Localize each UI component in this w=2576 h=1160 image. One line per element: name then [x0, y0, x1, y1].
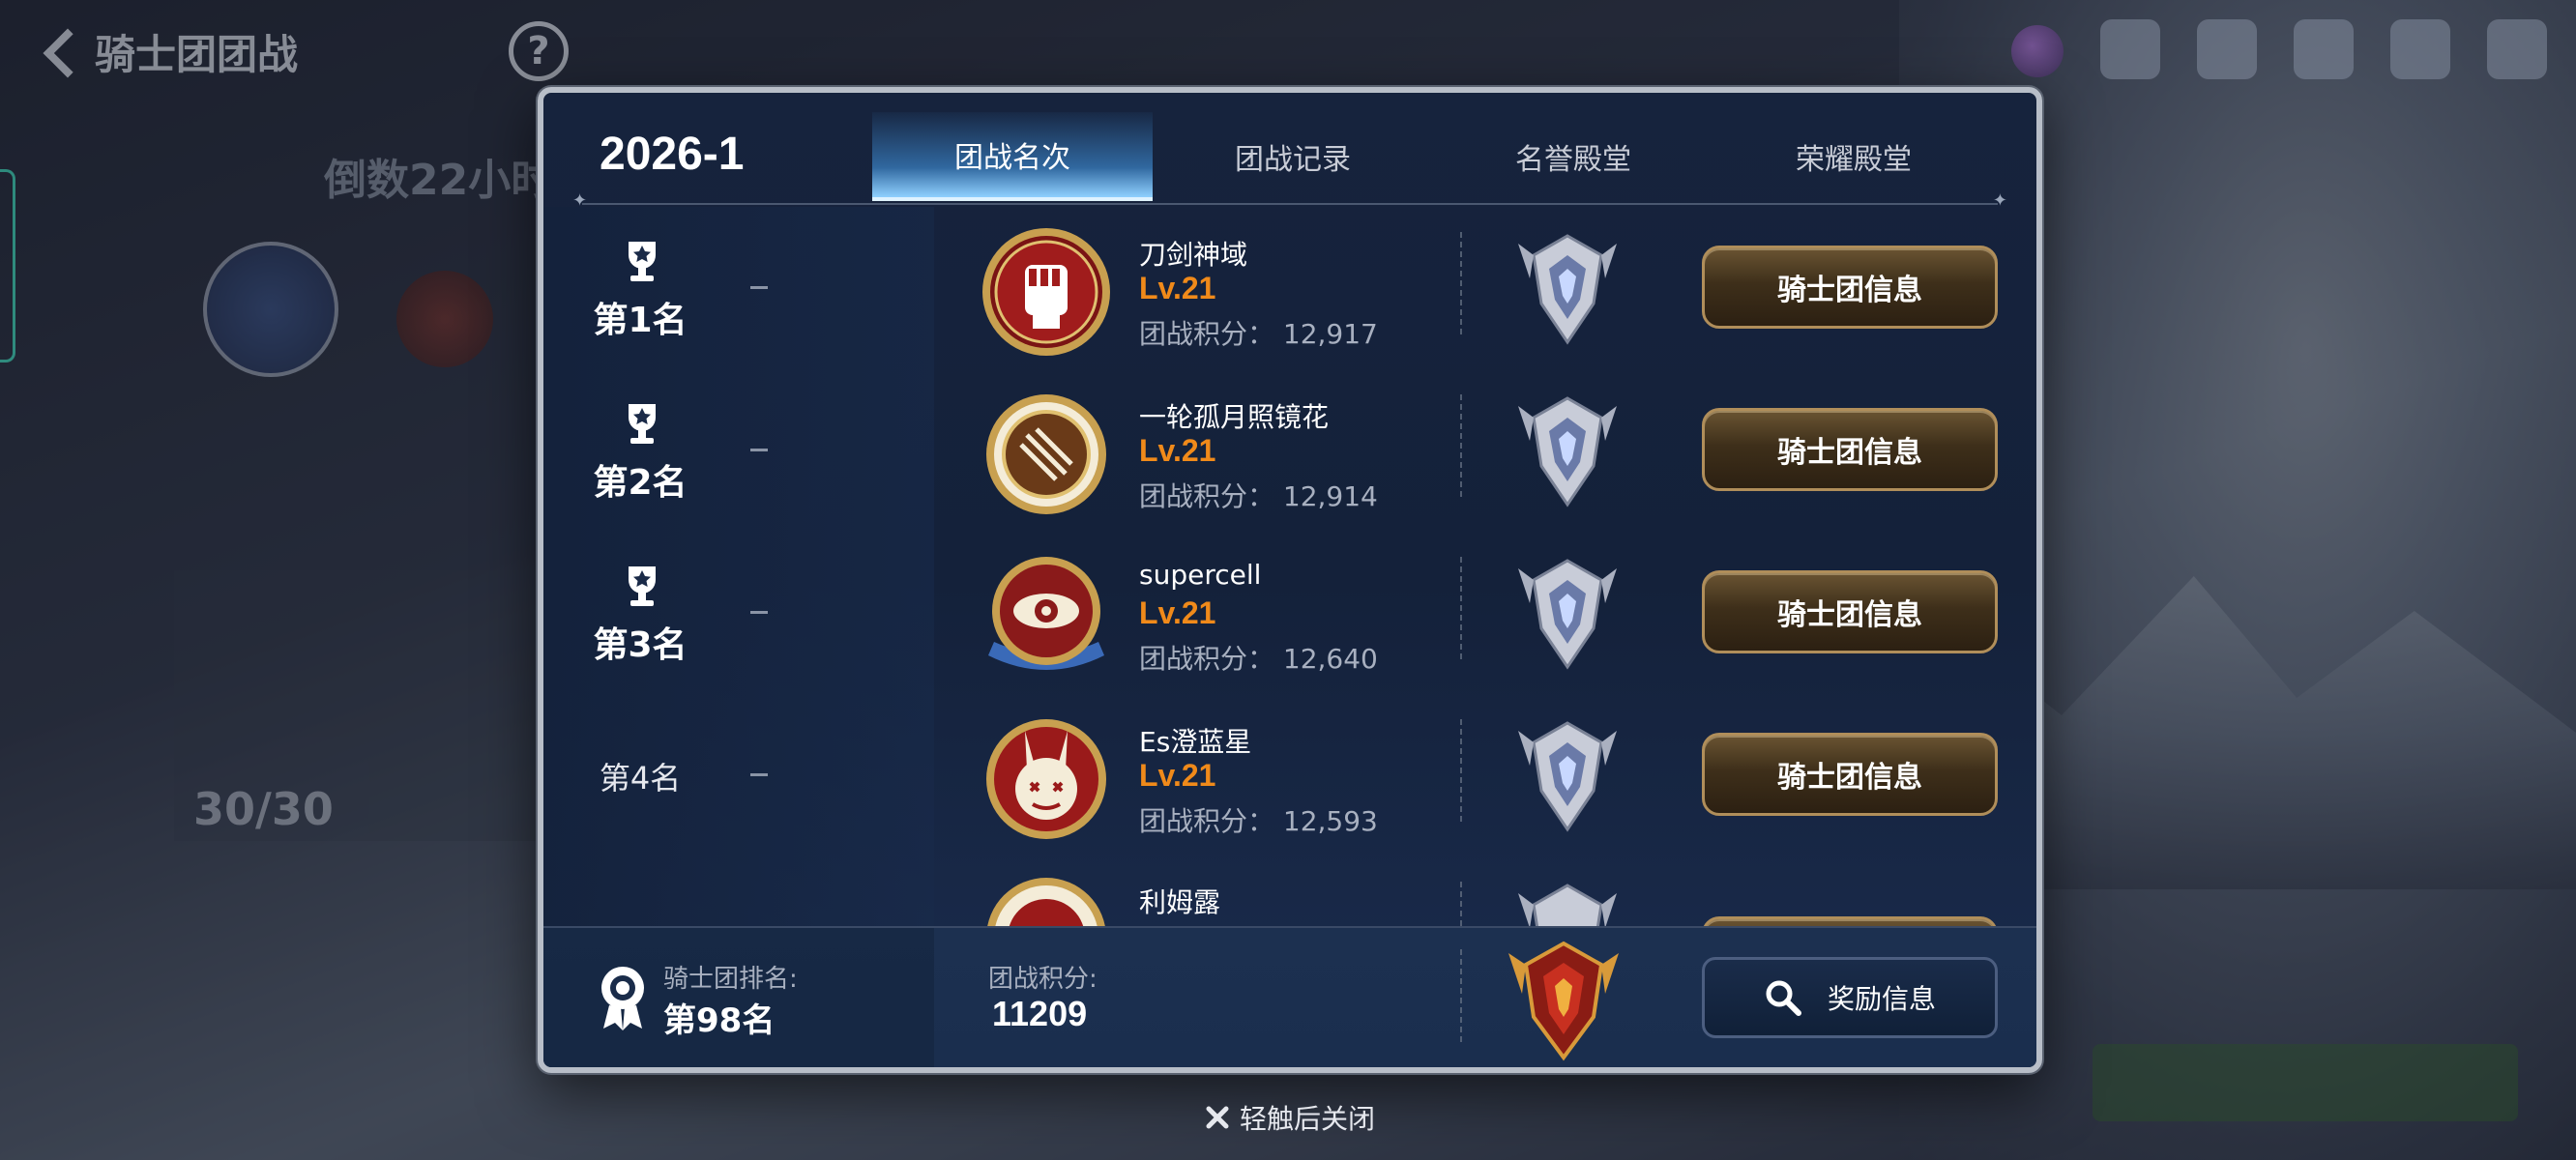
column-divider — [1460, 949, 1462, 1046]
close-icon — [1206, 1106, 1229, 1129]
guild-war-score: 团战积分： 12,593 — [1139, 805, 1378, 837]
guild-info-button[interactable]: 骑士团信息 — [1702, 733, 1998, 816]
season-label: 2026-1 — [600, 129, 745, 180]
rank-label: 第4名 — [599, 760, 682, 797]
trophy-icon — [629, 566, 656, 606]
background-countdown: 倒数22小时 — [324, 156, 554, 205]
ranking-row: 第3名 supercell Lv.21 团战积分： 12,640 骑士团信息 — [543, 532, 2036, 694]
rank-cell: 第4名 — [543, 694, 934, 856]
column-divider — [1460, 719, 1462, 826]
guild-name: 一轮孤月照镜花 — [1139, 401, 1330, 433]
reward-info-button[interactable]: 奖励信息 — [1702, 957, 1998, 1038]
tab-bar: 团战名次 团战记录 名誉殿堂 荣耀殿堂 — [872, 112, 2013, 201]
trophy-icon — [629, 242, 656, 281]
rank-cell: 第3名 — [543, 532, 934, 694]
column-divider — [1460, 557, 1462, 663]
tier-badge-icon — [1518, 721, 1617, 832]
my-score-label: 团战积分: — [988, 965, 1098, 994]
tier-badge-icon — [1518, 559, 1617, 670]
my-score-value: 11209 — [992, 994, 1088, 1033]
guild-war-score: 团战积分： 12,640 — [1139, 643, 1378, 675]
guild-war-ranking-modal: 2026-1 团战名次 团战记录 名誉殿堂 荣耀殿堂 第1名 — [538, 87, 2042, 1073]
guild-info-button[interactable]: 骑士团信息 — [1702, 246, 1998, 329]
ranking-row: 第4名 Es澄蓝星 Lv.21 团战积分： 12,593 骑士团信息 — [543, 694, 2036, 856]
background-left-panel: 倒数22小时 30/30 — [174, 145, 561, 938]
guild-name: Es澄蓝星 — [1139, 726, 1252, 758]
guild-emblem-rabbit-icon — [986, 719, 1106, 839]
rank-label: 第2名 — [593, 463, 688, 503]
back-arrow-icon — [39, 24, 77, 78]
guild-war-score: 团战积分： 12,917 — [1139, 318, 1378, 350]
orb-icon — [2011, 25, 2064, 77]
mail-icon — [2294, 19, 2354, 79]
search-icon — [1766, 980, 1801, 1016]
rank-change-dash — [750, 449, 768, 451]
my-rank-label: 骑士团排名: — [663, 965, 798, 994]
tier-badge-icon — [1518, 884, 1617, 926]
guild-name: 利姆露 — [1139, 886, 1221, 918]
guild-info-button[interactable]: 骑士团信息 — [1702, 570, 1998, 653]
guild-level: Lv.21 — [1139, 758, 1216, 793]
rank-change-dash — [750, 773, 768, 776]
my-guild-footer: 骑士团排名: 第98名 团战积分: 11209 奖励信息 — [543, 926, 2036, 1067]
close-hint[interactable]: 轻触后关闭 — [1205, 1098, 1375, 1137]
tier-badge-icon — [1518, 234, 1617, 345]
menu-grid-icon — [2487, 19, 2547, 79]
chat-icon — [2390, 19, 2450, 79]
ranking-row-partial: 利姆露 — [543, 856, 2036, 926]
close-hint-label: 轻触后关闭 — [1240, 1103, 1376, 1135]
guild-info-button[interactable]: 骑士团信息 — [1702, 408, 1998, 491]
guild-level: Lv.21 — [1139, 433, 1216, 468]
tab-hall-of-honor[interactable]: 名誉殿堂 — [1433, 112, 1713, 201]
guild-war-score: 团战积分： 12,914 — [1139, 480, 1378, 512]
column-divider — [1460, 232, 1462, 338]
my-tier-badge-icon — [1508, 941, 1619, 1061]
background-button — [2093, 1044, 2518, 1121]
guild-emblem-eye-icon — [988, 557, 1104, 670]
tab-hall-of-glory[interactable]: 荣耀殿堂 — [1713, 112, 1994, 201]
tier-badge-icon — [1518, 396, 1617, 508]
background-emblem-small — [396, 271, 493, 367]
reward-info-label: 奖励信息 — [1827, 983, 1936, 1015]
rank-cell: 第1名 — [543, 207, 934, 369]
trophy-icon — [629, 404, 656, 444]
side-tab — [0, 169, 15, 362]
guild-name: 刀剑神域 — [1139, 239, 1248, 271]
guild-icon — [2197, 19, 2257, 79]
guild-level: Lv.21 — [1139, 595, 1216, 630]
guild-info-button[interactable] — [1702, 916, 1998, 926]
background-top-icons — [2011, 19, 2547, 79]
background-emblem — [203, 242, 338, 377]
header-divider — [572, 190, 2007, 211]
guild-emblem-fist-icon — [982, 228, 1110, 356]
medal-icon — [601, 967, 644, 1030]
ranking-row: 第1名 刀剑神域 Lv.21 团战积分： 12,917 骑士团信息 — [543, 207, 2036, 369]
rank-label: 第3名 — [593, 625, 688, 665]
background-topbar: 骑士团团战 ? — [39, 17, 570, 85]
help-icon: ? — [509, 21, 570, 81]
guild-emblem-icon — [987, 878, 1105, 926]
rank-change-dash — [750, 286, 768, 289]
ranking-row: 第2名 一轮孤月照镜花 Lv.21 团战积分： 12,914 骑士团信息 — [543, 369, 2036, 532]
rank-cell: 第2名 — [543, 369, 934, 532]
background-title: 骑士团团战 — [95, 30, 299, 78]
rank-label: 第1名 — [593, 301, 688, 340]
my-rank-value: 第98名 — [663, 1001, 776, 1040]
tab-ranking[interactable]: 团战名次 — [872, 112, 1153, 201]
column-divider — [1460, 394, 1462, 501]
column-divider — [1460, 882, 1462, 926]
guild-level: Lv.21 — [1139, 271, 1216, 305]
guild-name: supercell — [1139, 559, 1262, 591]
bell-icon — [2100, 19, 2160, 79]
background-score: 30/30 — [193, 783, 334, 835]
rank-change-dash — [750, 611, 768, 614]
tab-records[interactable]: 团战记录 — [1153, 112, 1433, 201]
guild-emblem-moon-icon — [986, 394, 1106, 514]
